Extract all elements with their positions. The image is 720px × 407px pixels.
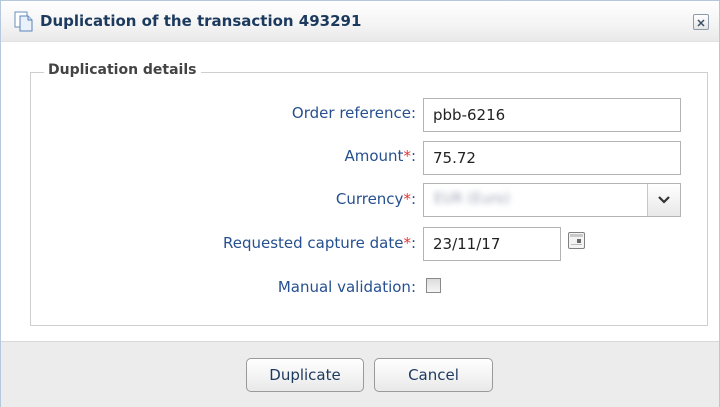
order-reference-input[interactable] [423,98,681,132]
amount-label-suffix: : [410,147,416,165]
order-reference-label: Order reference: [291,104,416,122]
manual-validation-checkbox[interactable] [426,278,441,293]
currency-select[interactable]: EUR (Euro) [423,183,681,217]
dialog-title: Duplication of the transaction 493291 [40,12,362,30]
fieldset-legend: Duplication details [44,62,201,78]
currency-selected-value: EUR (Euro) [434,191,510,207]
duplication-dialog: Duplication of the transaction 493291 Du… [0,0,720,407]
amount-label-text: Amount [344,147,404,165]
required-marker: * [403,234,411,252]
dialog-titlebar: Duplication of the transaction 493291 [1,1,719,42]
capture-date-label: Requested capture date*: [223,234,416,252]
amount-label: Amount*: [344,147,416,165]
cancel-button[interactable]: Cancel [374,358,493,392]
calendar-icon[interactable] [568,232,585,249]
capture-date-label-text: Requested capture date [222,234,404,252]
document-copy-icon [14,11,34,32]
duplicate-button[interactable]: Duplicate [246,358,364,392]
close-icon[interactable] [693,14,709,30]
required-marker: * [403,190,411,208]
capture-date-label-suffix: : [410,234,416,252]
manual-validation-label: Manual validation: [277,278,416,296]
currency-label: Currency*: [336,190,416,208]
chevron-down-icon[interactable] [647,184,680,216]
amount-input[interactable] [423,141,681,175]
currency-label-text: Currency [335,190,404,208]
capture-date-input[interactable] [423,227,561,261]
currency-label-suffix: : [410,190,416,208]
required-marker: * [403,147,411,165]
